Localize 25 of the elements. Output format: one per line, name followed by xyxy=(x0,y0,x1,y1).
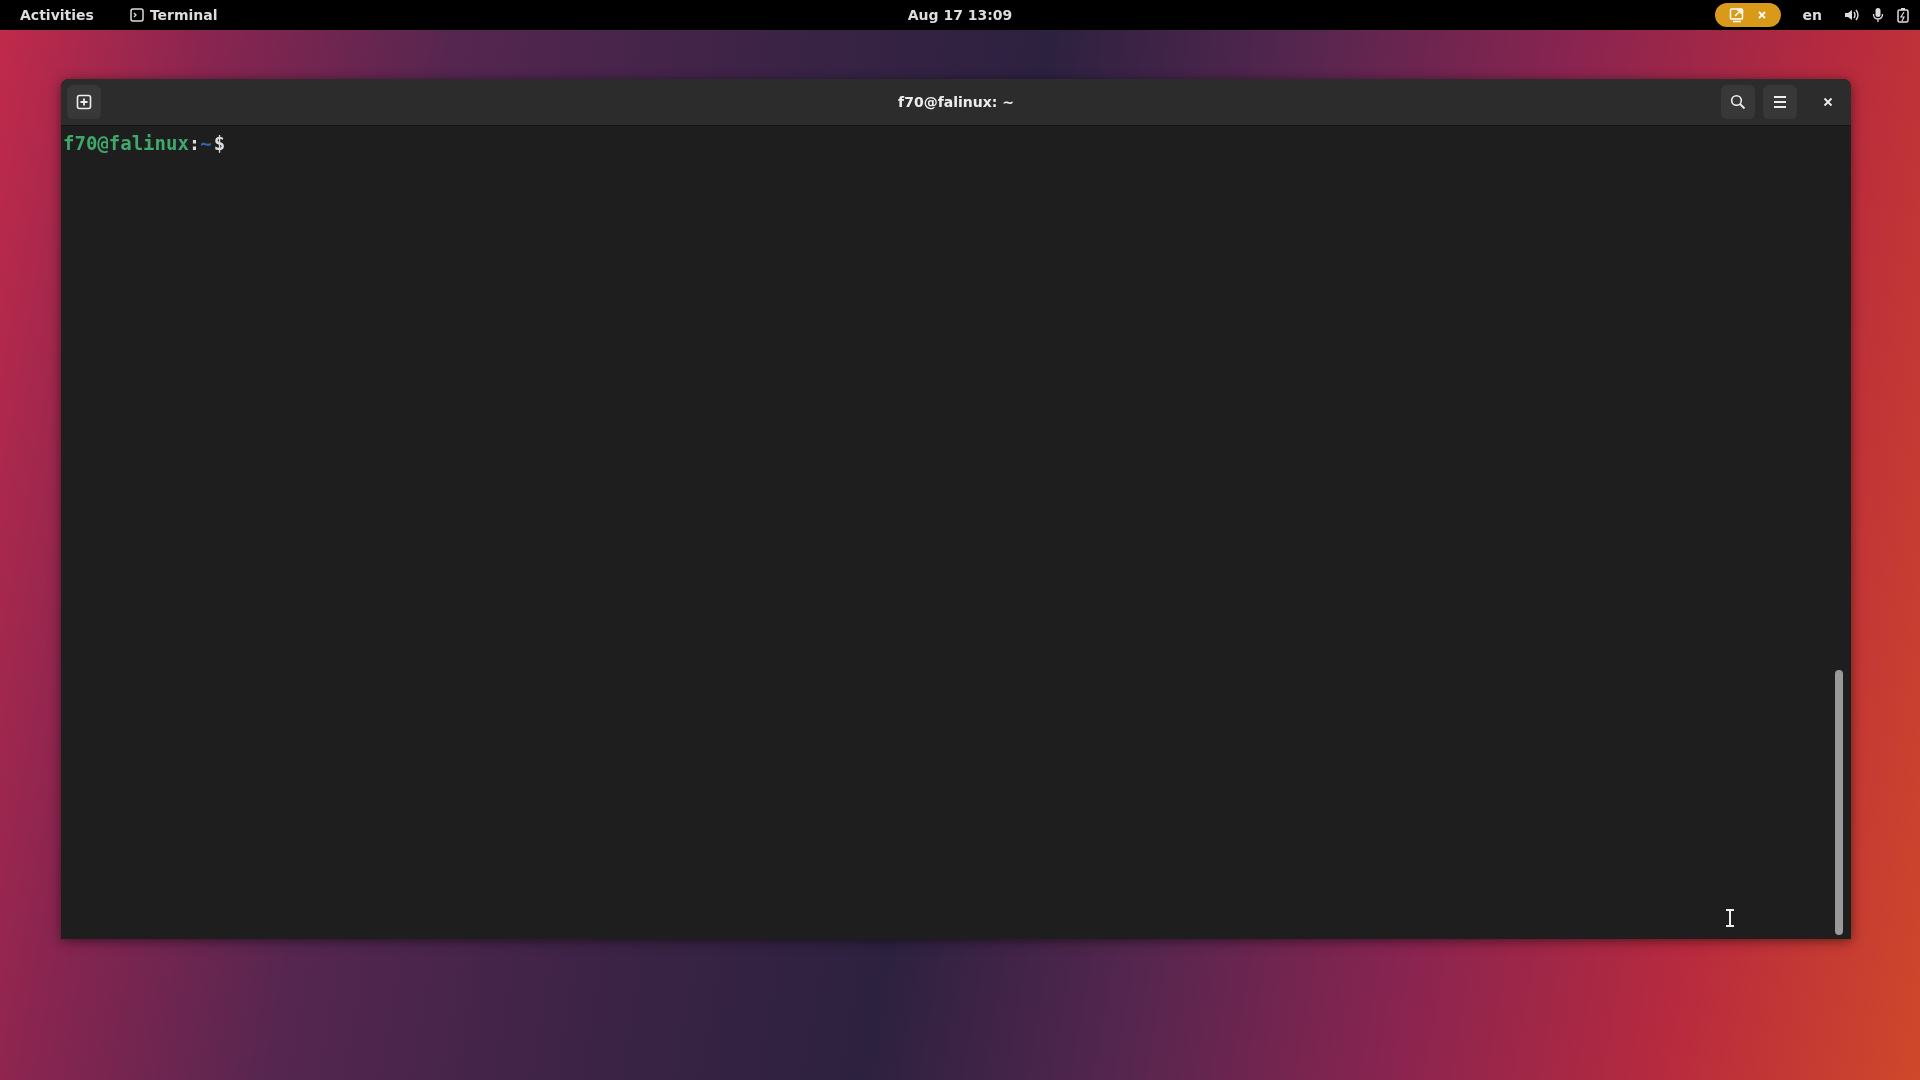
prompt-separator: : xyxy=(188,132,201,154)
menu-icon xyxy=(1772,95,1788,109)
plus-square-icon xyxy=(76,94,92,110)
screen-share-icon xyxy=(1728,7,1745,23)
battery-icon[interactable] xyxy=(1896,7,1910,23)
terminal-icon xyxy=(129,8,144,22)
close-icon xyxy=(1756,10,1767,20)
new-tab-button[interactable] xyxy=(67,85,101,119)
menu-button[interactable] xyxy=(1763,85,1797,119)
keyboard-layout-indicator[interactable]: en xyxy=(1802,7,1822,23)
search-button[interactable] xyxy=(1721,85,1755,119)
app-menu-button[interactable]: Terminal xyxy=(149,7,218,23)
clock[interactable]: Aug 17 13:09 xyxy=(907,7,1013,23)
screencast-indicator[interactable] xyxy=(1714,3,1781,27)
search-icon xyxy=(1730,94,1746,110)
activities-button[interactable]: Activities xyxy=(20,7,94,23)
text-cursor-icon xyxy=(1725,909,1735,927)
scrollbar-thumb[interactable] xyxy=(1835,670,1843,935)
volume-icon[interactable] xyxy=(1844,7,1860,23)
microphone-icon[interactable] xyxy=(1872,7,1884,23)
prompt-user-host: f70@falinux xyxy=(63,132,189,154)
window-title: f70@falinux: ~ xyxy=(898,94,1014,110)
prompt-path: ~ xyxy=(200,132,212,154)
prompt-symbol: $ xyxy=(213,132,226,154)
close-icon xyxy=(1823,97,1833,107)
